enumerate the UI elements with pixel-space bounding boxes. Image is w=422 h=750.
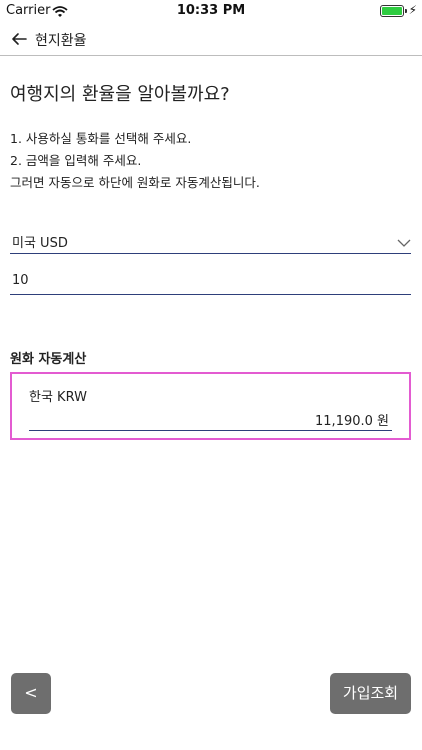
clock: 10:33 PM: [176, 3, 246, 18]
battery-cap: [405, 9, 407, 13]
result-amount: 11,190.0 원: [315, 414, 389, 429]
amount-field: [10, 266, 411, 295]
page-headline: 여행지의 환율을 알아볼까요?: [10, 84, 230, 105]
nav-bar: 현지환율: [0, 22, 422, 56]
back-arrow-icon[interactable]: [10, 30, 28, 48]
chevron-down-icon: [397, 233, 411, 252]
currency-select[interactable]: 미국 USD: [10, 225, 411, 254]
instruction-line: 그러면 자동으로 하단에 원화로 자동계산됩니다.: [10, 175, 260, 190]
instruction-line: 2. 금액을 입력해 주세요.: [10, 153, 142, 168]
status-bar: Carrier 10:33 PM ⚡: [0, 0, 422, 22]
instruction-line: 1. 사용하실 통화를 선택해 주세요.: [10, 131, 192, 146]
join-inquiry-button[interactable]: 가입조회: [330, 673, 411, 714]
currency-select-value: 미국 USD: [12, 236, 68, 251]
result-label: 원화 자동계산: [10, 352, 87, 367]
result-box: 한국 KRW 11,190.0 원: [10, 372, 411, 440]
result-currency: 한국 KRW: [29, 390, 87, 405]
battery-icon: [380, 5, 404, 17]
nav-title: 현지환율: [35, 33, 87, 49]
prev-button[interactable]: <: [11, 673, 51, 714]
result-underline: [29, 430, 392, 431]
charging-icon: ⚡: [408, 3, 417, 17]
battery-level: [382, 7, 402, 15]
instructions: 1. 사용하실 통화를 선택해 주세요. 2. 금액을 입력해 주세요. 그러면…: [10, 128, 260, 194]
amount-input[interactable]: [10, 266, 411, 294]
